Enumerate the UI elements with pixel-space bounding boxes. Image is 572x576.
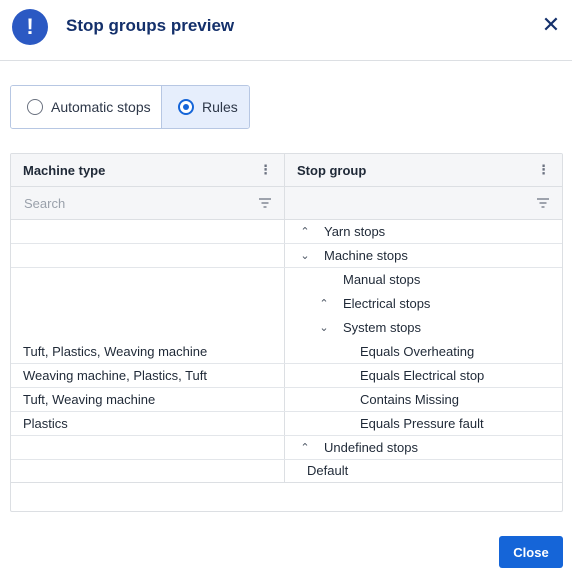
stop-group-cell: Contains Missing — [360, 392, 459, 407]
table-row[interactable]: ⌄ Machine stops — [11, 244, 562, 268]
column-header-label: Machine type — [23, 163, 106, 178]
stop-group-cell: Machine stops — [324, 248, 408, 263]
rules-option[interactable]: Rules — [162, 86, 249, 128]
machine-type-cell: Weaving machine, Plastics, Tuft — [23, 368, 208, 383]
stop-group-cell: Equals Electrical stop — [360, 368, 485, 383]
chevron-up-icon[interactable]: ⌃ — [298, 225, 312, 239]
machine-type-cell: Tuft, Weaving machine — [23, 392, 156, 407]
machine-type-search-input[interactable] — [11, 187, 284, 219]
exclamation-icon: ! — [12, 9, 48, 45]
stop-group-cell: Equals Pressure fault — [360, 416, 484, 431]
radio-icon[interactable] — [27, 99, 43, 115]
stop-group-cell: Yarn stops — [324, 224, 386, 239]
column-menu-icon[interactable]: ⋮ — [259, 162, 272, 178]
chevron-up-icon[interactable]: ⌃ — [298, 441, 312, 455]
radio-selected-icon[interactable] — [178, 99, 194, 115]
automatic-stops-label: Automatic stops — [51, 99, 151, 115]
stop-group-search-input[interactable] — [285, 187, 562, 219]
column-menu-icon[interactable]: ⋮ — [537, 162, 550, 178]
stop-group-cell: Electrical stops — [343, 296, 431, 311]
stop-group-cell: Equals Overheating — [360, 344, 475, 359]
close-button[interactable]: Close — [499, 536, 563, 568]
close-icon[interactable]: ✕ — [540, 14, 562, 36]
column-header-stop-group[interactable]: Stop group ⋮ — [285, 154, 562, 187]
machine-type-cell: Tuft, Plastics, Weaving machine — [23, 344, 208, 359]
filter-icon[interactable] — [536, 197, 550, 209]
table-row[interactable]: Tuft, Weaving machine Contains Missing — [11, 388, 562, 412]
table-row[interactable]: Weaving machine, Plastics, Tuft Equals E… — [11, 364, 562, 388]
chevron-down-icon[interactable]: ⌄ — [298, 249, 312, 263]
automatic-stops-option[interactable]: Automatic stops — [11, 86, 162, 128]
table-row[interactable]: Manual stops ⌃ Electrical stops ⌄ System… — [11, 268, 562, 364]
machine-type-cell: Plastics — [23, 416, 68, 431]
stop-group-cell: System stops — [343, 320, 422, 335]
dialog-header: ! Stop groups preview ✕ — [0, 0, 572, 61]
chevron-up-icon[interactable]: ⌃ — [317, 297, 331, 311]
table-row[interactable]: ⌃ Yarn stops — [11, 220, 562, 244]
column-header-label: Stop group — [297, 163, 367, 178]
table-row[interactable]: Plastics Equals Pressure fault — [11, 412, 562, 436]
filter-icon[interactable] — [258, 197, 272, 209]
chevron-down-icon[interactable]: ⌄ — [317, 321, 331, 335]
column-header-machine-type[interactable]: Machine type ⋮ — [11, 154, 284, 187]
grid-footer — [11, 482, 562, 511]
stop-group-cell: Default — [307, 463, 349, 478]
stop-group-filter — [285, 187, 562, 220]
table-row[interactable]: ⌃ Undefined stops — [11, 436, 562, 460]
mode-toggle: Automatic stops Rules — [10, 85, 250, 129]
dialog-title: Stop groups preview — [66, 16, 235, 35]
stop-group-cell: Manual stops — [343, 272, 421, 287]
machine-type-filter — [11, 187, 284, 220]
rules-label: Rules — [202, 99, 238, 115]
stop-group-cell: Undefined stops — [324, 440, 418, 455]
table-row[interactable]: Default — [11, 460, 562, 482]
stop-groups-grid: Machine type ⋮ Stop group ⋮ ⌃ Yarn stops — [10, 153, 563, 512]
